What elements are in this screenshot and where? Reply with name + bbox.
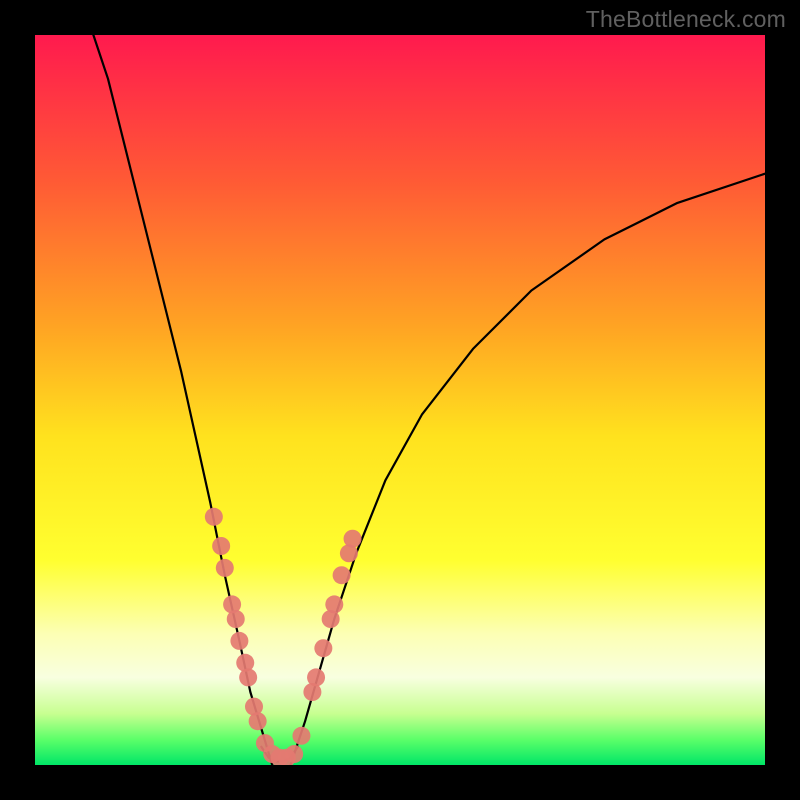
series-right-branch bbox=[291, 174, 766, 765]
data-marker bbox=[249, 712, 267, 730]
data-marker bbox=[325, 595, 343, 613]
data-marker bbox=[333, 566, 351, 584]
data-marker bbox=[314, 639, 332, 657]
data-marker bbox=[344, 530, 362, 548]
chart-curves bbox=[35, 35, 765, 765]
chart-frame: TheBottleneck.com bbox=[0, 0, 800, 800]
data-marker bbox=[292, 727, 310, 745]
data-marker bbox=[216, 559, 234, 577]
data-marker bbox=[212, 537, 230, 555]
data-marker bbox=[285, 745, 303, 763]
data-marker bbox=[230, 632, 248, 650]
data-marker bbox=[227, 610, 245, 628]
plot-area bbox=[35, 35, 765, 765]
data-marker bbox=[239, 668, 257, 686]
data-marker bbox=[307, 668, 325, 686]
data-marker bbox=[205, 508, 223, 526]
watermark-text: TheBottleneck.com bbox=[586, 6, 786, 33]
